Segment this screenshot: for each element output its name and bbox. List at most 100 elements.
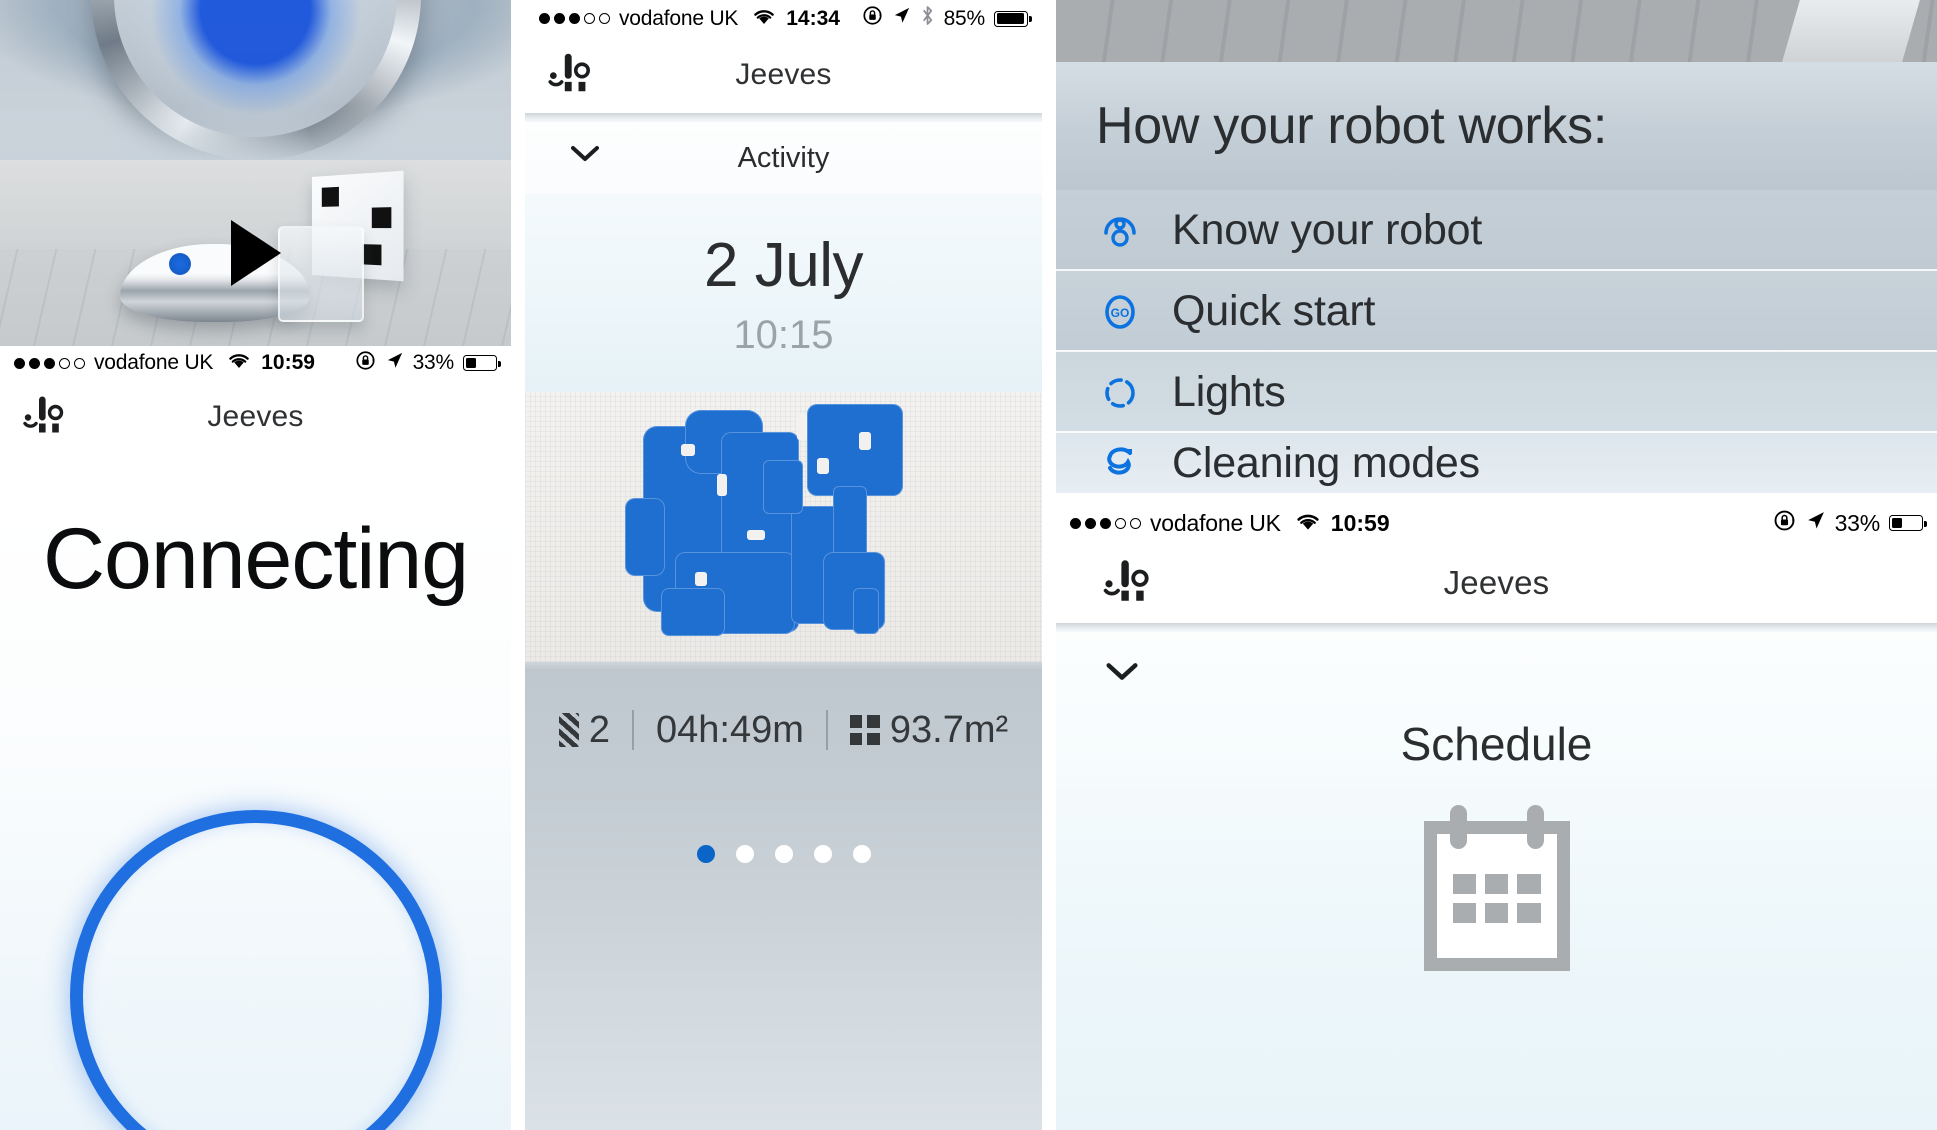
menu-item-label: Know your robot bbox=[1172, 206, 1483, 254]
play-icon[interactable] bbox=[230, 220, 281, 286]
hero-floor-shadow bbox=[0, 106, 511, 160]
cleaning-modes-icon bbox=[1096, 439, 1144, 487]
location-arrow-icon bbox=[1805, 510, 1826, 537]
battery-icon bbox=[463, 355, 501, 371]
area-grid-icon bbox=[849, 715, 880, 745]
help-heading: How your robot works: bbox=[1096, 97, 1607, 155]
battery-icon bbox=[994, 10, 1032, 27]
menu-item-label: Cleaning modes bbox=[1172, 438, 1480, 487]
wifi-icon bbox=[227, 351, 251, 375]
header-divider bbox=[525, 113, 1042, 122]
quick-start-go-icon: GO bbox=[1096, 288, 1144, 336]
dock-bin bbox=[278, 226, 364, 322]
map-divider bbox=[525, 662, 1042, 671]
wifi-icon bbox=[1295, 510, 1321, 537]
stat-divider bbox=[631, 710, 634, 750]
know-your-robot-icon bbox=[1096, 207, 1144, 255]
svg-text:GO: GO bbox=[1111, 306, 1130, 320]
status-bar: vodafone UK 10:59 33% bbox=[0, 346, 511, 380]
app-header: Jeeves bbox=[525, 37, 1042, 113]
battery-percent: 33% bbox=[1834, 509, 1881, 536]
page-title: Jeeves bbox=[735, 58, 832, 91]
page-dot[interactable] bbox=[774, 845, 793, 863]
app-header: Jeeves bbox=[1056, 543, 1937, 623]
app-header: Jeeves bbox=[0, 380, 511, 454]
menu-item-label: Lights bbox=[1172, 368, 1286, 416]
status-clock: 10:59 bbox=[261, 351, 315, 374]
page-dot[interactable] bbox=[852, 845, 871, 863]
page-dot[interactable] bbox=[696, 845, 715, 863]
bluetooth-icon bbox=[920, 5, 935, 32]
screenshot-collage: vodafone UK 10:59 33% Jeeves Connecting … bbox=[0, 0, 1937, 1130]
panel-schedule: vodafone UK 10:59 33% Jeeves Schedule bbox=[1056, 503, 1937, 1130]
area-value: 93.7m² bbox=[889, 708, 1009, 751]
hero-video-thumbnail[interactable] bbox=[0, 160, 511, 346]
signal-dots bbox=[1070, 517, 1141, 529]
map-coverage-shape bbox=[621, 402, 941, 652]
battery-percent: 33% bbox=[412, 351, 455, 374]
chevron-down-icon[interactable] bbox=[571, 145, 599, 171]
activity-section-header[interactable]: Activity bbox=[525, 122, 1042, 194]
page-dot[interactable] bbox=[735, 845, 754, 863]
carrier-label: vodafone UK bbox=[94, 351, 214, 374]
rotation-lock-icon bbox=[355, 350, 376, 377]
panel-help-menu: How your robot works: Know your robot GO bbox=[1056, 0, 1937, 503]
signal-dots bbox=[14, 357, 85, 369]
location-arrow-icon bbox=[385, 351, 404, 376]
page-indicator[interactable] bbox=[525, 789, 1042, 863]
status-bar: vodafone UK 10:59 33% bbox=[1056, 503, 1937, 543]
location-arrow-icon bbox=[892, 6, 911, 31]
help-heading-bar: How your robot works: bbox=[1056, 62, 1937, 190]
status-clock: 14:34 bbox=[786, 6, 840, 30]
lights-dashed-circle-icon bbox=[1096, 369, 1144, 417]
rotation-lock-icon bbox=[862, 5, 883, 32]
status-clock: 10:59 bbox=[1330, 509, 1390, 536]
cleaning-map-image[interactable] bbox=[525, 392, 1042, 662]
activity-time: 10:15 bbox=[733, 313, 834, 357]
header-divider bbox=[1056, 623, 1937, 632]
page-title: Jeeves bbox=[1443, 564, 1550, 601]
dyson-logo-icon bbox=[20, 392, 68, 443]
activity-footer bbox=[525, 789, 1042, 1130]
calendar-icon bbox=[1423, 805, 1570, 971]
stat-area: 93.7m² bbox=[849, 708, 1009, 752]
battery-icon bbox=[1889, 515, 1927, 531]
activity-stats: 2 04h:49m 93.7m² bbox=[525, 671, 1042, 789]
duration-value: 04h:49m bbox=[655, 708, 804, 751]
carrier-label: vodafone UK bbox=[619, 6, 739, 30]
menu-item-quick-start[interactable]: GO Quick start bbox=[1056, 271, 1937, 352]
floor-photo-strip bbox=[1056, 0, 1937, 62]
brush-bar-icon bbox=[558, 713, 579, 747]
menu-item-label: Quick start bbox=[1172, 287, 1376, 335]
menu-item-cleaning-modes[interactable]: Cleaning modes bbox=[1056, 433, 1937, 493]
chevron-down-icon[interactable] bbox=[1106, 663, 1138, 686]
page-dot[interactable] bbox=[813, 845, 832, 863]
menu-item-know-your-robot[interactable]: Know your robot bbox=[1056, 190, 1937, 271]
stat-divider bbox=[825, 710, 828, 750]
wifi-icon bbox=[752, 7, 776, 31]
activity-date: 2 July bbox=[704, 231, 863, 300]
panel-activity: vodafone UK 14:34 85% Jeeves Activity 2 … bbox=[525, 0, 1042, 1130]
brush-value: 2 bbox=[588, 708, 610, 751]
dyson-logo-icon bbox=[1100, 555, 1154, 612]
activity-date-block: 2 July 10:15 bbox=[525, 194, 1042, 392]
dyson-logo-icon bbox=[545, 49, 595, 102]
battery-percent: 85% bbox=[943, 6, 986, 30]
carrier-label: vodafone UK bbox=[1150, 509, 1281, 536]
connecting-heading: Connecting bbox=[42, 511, 469, 607]
menu-item-lights[interactable]: Lights bbox=[1056, 352, 1937, 433]
activity-label: Activity bbox=[737, 141, 830, 174]
photo-rail bbox=[1782, 0, 1920, 62]
status-bar: vodafone UK 14:34 85% bbox=[525, 0, 1042, 37]
connecting-body: Connecting bbox=[0, 510, 511, 1130]
panel-connecting: vodafone UK 10:59 33% Jeeves Connecting bbox=[0, 0, 511, 1130]
rotation-lock-icon bbox=[1773, 509, 1796, 538]
stat-duration: 04h:49m bbox=[656, 709, 804, 752]
page-title: Jeeves bbox=[207, 400, 304, 433]
hero-robot-closeup-image bbox=[0, 0, 511, 160]
schedule-collapse-row[interactable] bbox=[1056, 632, 1937, 687]
schedule-label: Schedule bbox=[1400, 718, 1593, 770]
stat-brush-bar: 2 bbox=[558, 708, 610, 752]
loading-ring-icon bbox=[69, 810, 442, 1130]
signal-dots bbox=[539, 13, 610, 24]
